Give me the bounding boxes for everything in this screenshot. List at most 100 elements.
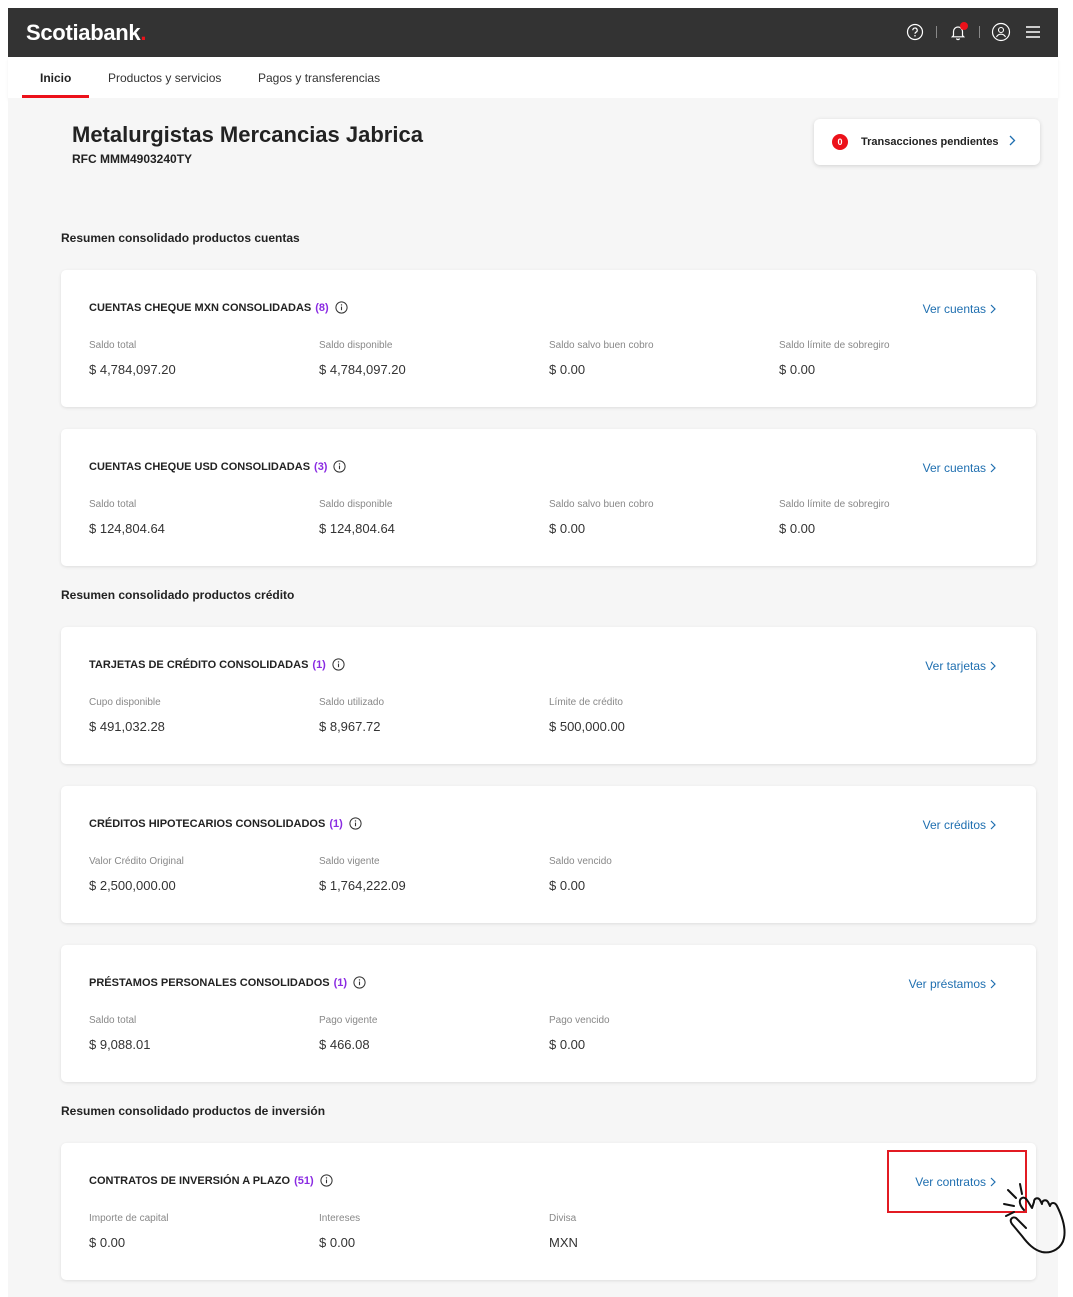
info-icon[interactable] <box>353 976 366 989</box>
metric-value: $ 8,967.72 <box>319 719 381 734</box>
metric-value: $ 0.00 <box>549 1037 586 1052</box>
logo-dot: . <box>140 20 147 45</box>
card-title: PRÉSTAMOS PERSONALES CONSOLIDADOS (1) <box>89 976 366 989</box>
divider <box>936 26 937 38</box>
tab-inicio[interactable]: Inicio <box>40 71 71 85</box>
chevron-right-icon <box>990 979 996 989</box>
metric-label: Intereses <box>319 1213 361 1224</box>
card-count: (51) <box>294 1174 314 1187</box>
metric-label: Importe de capital <box>89 1213 169 1224</box>
card-creditos-hipotecarios: CRÉDITOS HIPOTECARIOS CONSOLIDADOS (1) Ve… <box>61 786 1036 923</box>
card-count: (1) <box>333 976 348 989</box>
metric-label: Límite de crédito <box>549 697 623 708</box>
card-title-text: TARJETAS DE CRÉDITO CONSOLIDADAS <box>89 658 309 671</box>
pending-transactions-button[interactable]: 0 Transacciones pendientes <box>814 119 1040 165</box>
metric-value: $ 2,500,000.00 <box>89 878 176 893</box>
metric-label: Pago vigente <box>319 1015 378 1026</box>
scotiabank-logo[interactable]: Scotiabank. <box>26 20 146 46</box>
pending-count-badge: 0 <box>832 134 848 150</box>
help-icon[interactable] <box>904 21 926 43</box>
card-count: (1) <box>329 817 343 830</box>
metric-value: $ 124,804.64 <box>319 521 395 536</box>
top-icons <box>904 20 1044 44</box>
section-title-cuentas: Resumen consolidado productos cuentas <box>61 231 300 245</box>
info-icon[interactable] <box>320 1174 333 1187</box>
metric-label: Pago vencido <box>549 1015 610 1026</box>
metric-value: $ 0.00 <box>779 362 816 377</box>
tab-productos-y-servicios[interactable]: Productos y servicios <box>108 71 221 85</box>
section-title-credito: Resumen consolidado productos crédito <box>61 588 295 602</box>
chevron-right-icon <box>990 820 996 830</box>
tab-pagos-y-transferencias[interactable]: Pagos y transferencias <box>258 71 380 85</box>
user-icon[interactable] <box>990 21 1012 43</box>
link-label: Ver tarjetas <box>925 659 986 673</box>
card-title-text: CRÉDITOS HIPOTECARIOS CONSOLIDADOS <box>89 817 326 830</box>
metric-label: Divisa <box>549 1213 577 1224</box>
company-name: Metalurgistas Mercancias Jabrica <box>72 122 423 147</box>
metric-value: $ 0.00 <box>549 521 586 536</box>
link-label: Ver créditos <box>922 818 986 832</box>
card-cuentas-usd: CUENTAS CHEQUE USD CONSOLIDADAS (3) Ver c… <box>61 429 1036 566</box>
chevron-right-icon <box>990 661 996 671</box>
card-title: CRÉDITOS HIPOTECARIOS CONSOLIDADOS (1) <box>89 817 362 830</box>
metric-value: $ 491,032.28 <box>89 719 165 734</box>
metric-value: $ 466.08 <box>319 1037 370 1052</box>
chevron-right-icon <box>1009 135 1016 149</box>
metric-label: Cupo disponible <box>89 697 161 708</box>
info-icon[interactable] <box>349 817 362 830</box>
card-title-text: CUENTAS CHEQUE MXN CONSOLIDADAS <box>89 301 312 314</box>
metric-value: $ 500,000.00 <box>549 719 625 734</box>
card-title: CONTRATOS DE INVERSIÓN A PLAZO (51) <box>89 1174 333 1187</box>
pending-label: Transacciones pendientes <box>861 136 999 148</box>
metric-value: $ 0.00 <box>549 878 586 893</box>
menu-icon[interactable] <box>1022 21 1044 43</box>
link-label: Ver cuentas <box>922 461 986 475</box>
info-icon[interactable] <box>335 301 348 314</box>
card-tarjetas-credito: TARJETAS DE CRÉDITO CONSOLIDADAS (1) Ver … <box>61 627 1036 764</box>
card-cuentas-mxn: CUENTAS CHEQUE MXN CONSOLIDADAS (8) Ver c… <box>61 270 1036 407</box>
ver-tarjetas-link[interactable]: Ver tarjetas <box>925 659 996 673</box>
bell-icon[interactable] <box>947 21 969 43</box>
metric-label: Valor Crédito Original <box>89 856 184 867</box>
ver-cuentas-link[interactable]: Ver cuentas <box>923 302 996 316</box>
ver-creditos-link[interactable]: Ver créditos <box>923 818 996 832</box>
info-icon[interactable] <box>333 460 347 473</box>
ver-cuentas-link[interactable]: Ver cuentas <box>923 461 996 475</box>
card-count: (1) <box>312 658 326 671</box>
card-title: CUENTAS CHEQUE USD CONSOLIDADAS (3) <box>89 460 347 473</box>
section-title-inversion: Resumen consolidado productos de inversi… <box>61 1104 326 1118</box>
link-label: Ver préstamos <box>908 977 986 991</box>
card-title: TARJETAS DE CRÉDITO CONSOLIDADAS (1) <box>89 658 345 671</box>
metric-label: Saldo disponible <box>319 499 393 510</box>
metric-value: $ 0.00 <box>319 1235 356 1250</box>
metric-label: Saldo vigente <box>319 856 380 867</box>
metric-value: $ 0.00 <box>549 362 586 377</box>
company-rfc: RFC MMM4903240TY <box>72 152 193 166</box>
ver-prestamos-link[interactable]: Ver préstamos <box>909 977 996 991</box>
metric-value: $ 4,784,097.20 <box>89 362 176 377</box>
pointer-hand-icon <box>1003 1183 1066 1254</box>
main-content: Metalurgistas Mercancias Jabrica RFC MMM… <box>8 98 1058 1297</box>
metric-label: Saldo límite de sobregiro <box>779 340 890 351</box>
metric-label: Saldo disponible <box>319 340 393 351</box>
metric-label: Saldo total <box>89 1015 137 1026</box>
chevron-right-icon <box>990 463 996 473</box>
metric-label: Saldo utilizado <box>319 697 385 708</box>
metric-label: Saldo total <box>89 499 137 510</box>
metric-value: $ 124,804.64 <box>89 521 165 536</box>
notification-badge <box>960 22 968 30</box>
metric-value: $ 4,784,097.20 <box>319 362 406 377</box>
main-nav: Inicio Productos y servicios Pagos y tra… <box>8 57 1058 98</box>
card-prestamos-personales: PRÉSTAMOS PERSONALES CONSOLIDADOS (1) Ver… <box>61 945 1036 1082</box>
card-count: (3) <box>314 460 328 473</box>
metric-value: $ 9,088.01 <box>89 1037 151 1052</box>
metric-label: Saldo salvo buen cobro <box>549 499 654 510</box>
card-title-text: PRÉSTAMOS PERSONALES CONSOLIDADOS <box>89 976 330 989</box>
metric-value: $ 0.00 <box>89 1235 126 1250</box>
info-icon[interactable] <box>332 658 345 671</box>
metric-value: $ 1,764,222.09 <box>319 878 406 893</box>
metric-label: Saldo vencido <box>549 856 612 867</box>
divider <box>979 26 980 38</box>
logo-text: Scotiabank <box>26 20 141 45</box>
card-title-text: CUENTAS CHEQUE USD CONSOLIDADAS <box>89 460 311 473</box>
